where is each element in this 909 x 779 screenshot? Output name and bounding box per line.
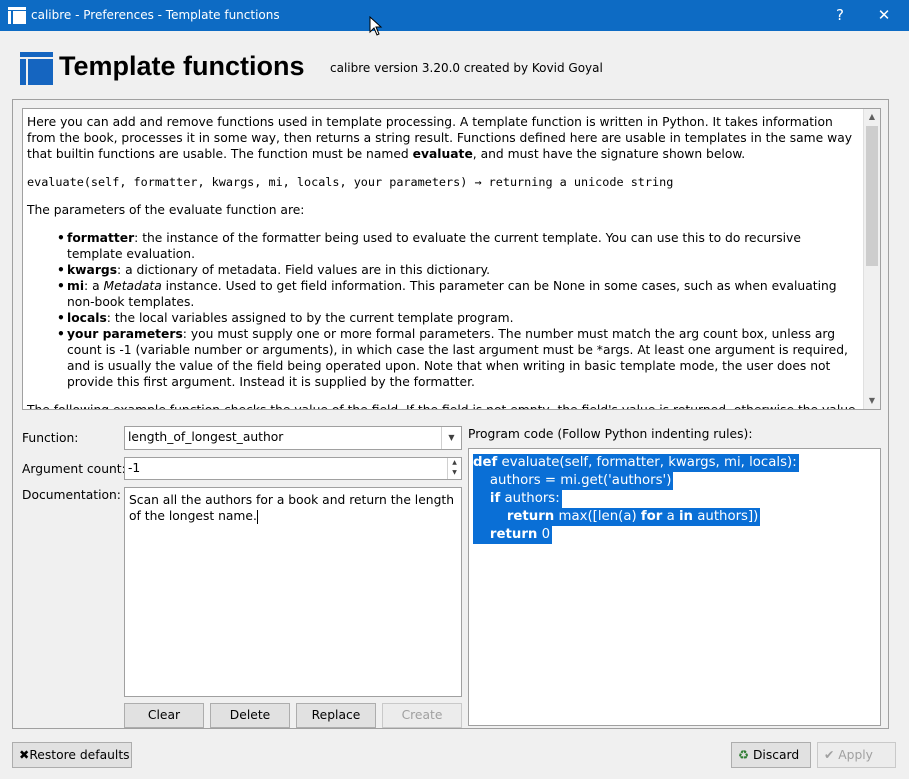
replace-button[interactable]: Replace [296,703,376,728]
recycle-icon: ♻ [738,748,750,762]
chevron-down-icon[interactable]: ▼ [441,427,461,449]
calibre-app-icon [8,7,26,24]
documentation-label: Documentation: [22,488,121,502]
code-line: return 0 [473,526,553,544]
spin-up-icon[interactable]: ▲ [448,458,461,468]
list-item: • formatter: the instance of the formatte… [57,231,801,261]
code-line: authors = mi.get('authors') [473,472,674,490]
argument-count-spinbox[interactable]: -1 ▲ ▼ [124,457,462,480]
help-text-panel[interactable]: Here you can add and remove functions us… [22,108,881,410]
title-bar: calibre - Preferences - Template functio… [0,0,909,31]
text-caret [256,509,258,524]
version-text: calibre version 3.20.0 created by Kovid … [330,61,603,75]
page-header: Template functions calibre version 3.20.… [0,31,909,99]
signature-text: evaluate(self, formatter, kwargs, mi, lo… [27,175,674,189]
discard-button[interactable]: ♻ Discard [731,742,811,768]
list-item: • kwargs: a dictionary of metadata. Field… [57,263,491,277]
clear-button[interactable]: Clear [124,703,204,728]
program-code-label: Program code (Follow Python indenting ru… [468,427,753,441]
template-functions-logo-icon [20,52,53,85]
code-line: return max([len(a) for a in authors]) [473,508,761,526]
restore-defaults-button[interactable]: ✖Restore defaults [12,742,132,768]
restore-icon: ✖ [19,748,30,762]
scroll-down-icon[interactable]: ▼ [864,393,880,409]
help-scrollbar[interactable]: ▲ ▼ [863,109,880,409]
create-button[interactable]: Create [382,703,462,728]
spin-down-icon[interactable]: ▼ [448,468,461,478]
page-title: Template functions [59,51,305,81]
function-label: Function: [22,431,79,445]
help-truncated-text: The following example function checks th… [27,403,856,410]
window-title: calibre - Preferences - Template functio… [31,8,280,22]
help-intro: Here you can add and remove functions us… [27,115,853,161]
params-list: • formatter: the instance of the formatte… [27,230,858,390]
scrollbar-thumb[interactable] [866,126,878,266]
documentation-field[interactable]: Scan all the authors for a book and retu… [124,487,462,697]
code-line: def evaluate(self, formatter, kwargs, mi… [473,454,799,472]
program-code-editor[interactable]: def evaluate(self, formatter, kwargs, mi… [468,448,881,726]
close-button[interactable]: ✕ [862,0,906,31]
help-button[interactable]: ? [818,0,862,31]
scroll-up-icon[interactable]: ▲ [864,109,880,125]
argument-count-label: Argument count: [22,462,126,476]
checkmark-icon: ✔ [824,748,835,762]
function-combo[interactable]: length_of_longest_author ▼ [124,426,462,450]
list-item: • your parameters: you must supply one or… [57,327,848,389]
params-heading: The parameters of the evaluate function … [27,203,305,217]
list-item: • locals: the local variables assigned to… [57,311,514,325]
code-line: if authors: [473,490,562,508]
apply-button[interactable]: ✔ Apply [817,742,896,768]
list-item: • mi: a Metadata instance. Used to get fi… [57,279,837,309]
delete-button[interactable]: Delete [210,703,290,728]
